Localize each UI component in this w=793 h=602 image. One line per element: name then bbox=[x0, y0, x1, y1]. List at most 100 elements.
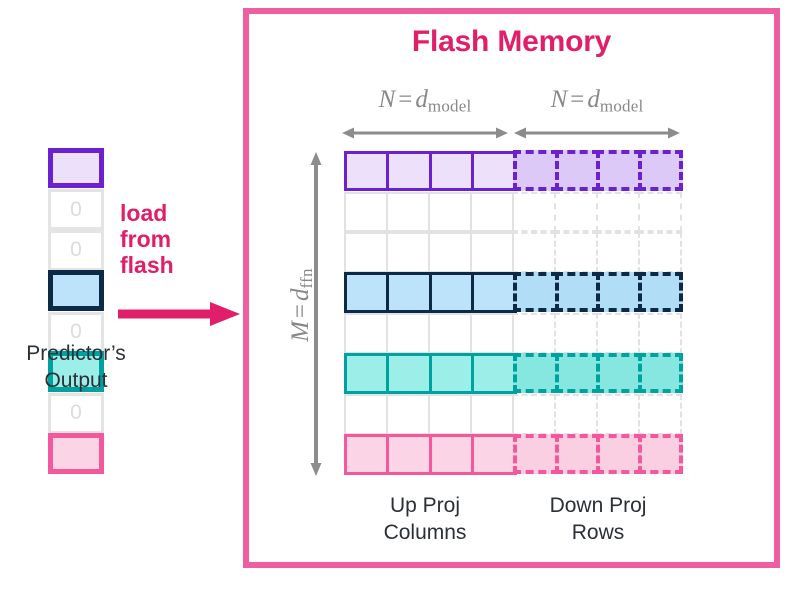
matrix-row-inactive bbox=[344, 191, 682, 234]
load-label-line3: flash bbox=[120, 252, 174, 278]
matrix-cell-up-proj bbox=[386, 394, 430, 435]
matrix-row-inactive bbox=[344, 232, 682, 274]
up-proj-caption-line1: Up Proj bbox=[389, 494, 461, 517]
matrix-cell-up-proj bbox=[386, 353, 432, 394]
n-subscript-left: model bbox=[427, 96, 472, 116]
predictor-caption-line1: Predictor’s bbox=[26, 342, 126, 365]
load-label-line1: load bbox=[120, 200, 168, 226]
matrix-cell-up-proj bbox=[386, 191, 430, 232]
predictor-caption-line2: Output bbox=[44, 369, 108, 392]
weight-matrix-grid bbox=[343, 150, 683, 477]
matrix-cell-down-proj bbox=[637, 433, 683, 474]
predictor-output-caption: Predictor’s Output bbox=[0, 340, 166, 394]
matrix-cell-up-proj bbox=[470, 313, 514, 354]
matrix-cell-up-proj bbox=[344, 313, 388, 354]
width-arrow-down-proj-icon bbox=[514, 127, 680, 139]
n-dmodel-label-left: N = dmodel bbox=[340, 86, 510, 116]
matrix-cell-down-proj bbox=[554, 191, 598, 232]
matrix-cell-down-proj bbox=[638, 394, 682, 435]
matrix-cell-up-proj bbox=[343, 272, 389, 313]
load-from-flash-label: load from flash bbox=[120, 200, 240, 278]
matrix-row-active bbox=[343, 352, 683, 396]
matrix-cell-down-proj bbox=[638, 232, 682, 273]
matrix-cell-up-proj bbox=[428, 232, 472, 273]
matrix-row-active bbox=[343, 433, 683, 477]
predictor-cell-inactive: 0 bbox=[48, 189, 104, 230]
up-proj-caption-line2: Columns bbox=[383, 521, 467, 544]
matrix-cell-down-proj bbox=[554, 313, 598, 354]
matrix-cell-up-proj bbox=[428, 394, 472, 435]
matrix-row-active bbox=[343, 150, 683, 193]
matrix-cell-up-proj bbox=[386, 150, 432, 191]
m-var: M bbox=[286, 321, 314, 342]
matrix-cell-up-proj bbox=[428, 434, 474, 475]
predictor-cell-active bbox=[48, 147, 104, 189]
matrix-row-active bbox=[343, 271, 683, 315]
matrix-cell-up-proj bbox=[428, 191, 472, 232]
m-dffn-label: M = dffn bbox=[287, 215, 317, 395]
matrix-cell-down-proj bbox=[596, 352, 642, 393]
down-proj-caption-line2: Rows bbox=[571, 521, 625, 544]
matrix-cell-up-proj bbox=[470, 394, 514, 435]
matrix-cell-down-proj bbox=[554, 433, 600, 474]
matrix-cell-down-proj bbox=[637, 271, 683, 312]
matrix-cell-down-proj bbox=[637, 352, 683, 393]
up-proj-columns-caption: Up Proj Columns bbox=[335, 492, 515, 546]
matrix-cell-down-proj bbox=[596, 232, 640, 273]
down-proj-caption-line1: Down Proj bbox=[549, 494, 647, 517]
matrix-cell-down-proj bbox=[596, 271, 642, 312]
n-equals-right: = bbox=[570, 86, 585, 113]
matrix-cell-down-proj bbox=[512, 191, 556, 232]
matrix-cell-up-proj bbox=[471, 150, 517, 191]
matrix-cell-up-proj bbox=[470, 191, 514, 232]
matrix-cell-up-proj bbox=[471, 434, 517, 475]
matrix-cell-down-proj bbox=[554, 271, 600, 312]
predictor-cell-inactive: 0 bbox=[48, 230, 104, 271]
matrix-row-inactive bbox=[344, 394, 682, 436]
matrix-cell-up-proj bbox=[344, 394, 388, 435]
width-arrow-up-proj-icon bbox=[342, 127, 508, 139]
matrix-cell-up-proj bbox=[386, 313, 430, 354]
n-var-right: N bbox=[550, 86, 568, 113]
down-proj-rows-caption: Down Proj Rows bbox=[508, 492, 688, 546]
n-subscript-right: model bbox=[599, 96, 644, 116]
d-var-m: d bbox=[286, 288, 314, 301]
matrix-cell-up-proj bbox=[471, 353, 517, 394]
matrix-cell-up-proj bbox=[470, 232, 514, 273]
m-equals: = bbox=[286, 303, 314, 319]
predictor-output-column: 0000 bbox=[48, 147, 104, 476]
matrix-cell-down-proj bbox=[638, 313, 682, 354]
matrix-cell-up-proj bbox=[428, 313, 472, 354]
load-arrow-icon bbox=[118, 302, 240, 326]
matrix-cell-up-proj bbox=[344, 232, 388, 273]
load-label-line2: from bbox=[120, 226, 172, 252]
matrix-cell-down-proj bbox=[596, 150, 642, 191]
n-equals-left: = bbox=[398, 86, 413, 113]
matrix-cell-down-proj bbox=[512, 394, 556, 435]
flash-memory-title: Flash Memory bbox=[411, 25, 612, 58]
d-var-left: d bbox=[415, 86, 428, 113]
matrix-cell-up-proj bbox=[343, 353, 389, 394]
matrix-cell-up-proj bbox=[428, 150, 474, 191]
d-var-right: d bbox=[587, 86, 600, 113]
n-var-left: N bbox=[378, 86, 396, 113]
matrix-cell-down-proj bbox=[596, 433, 642, 474]
matrix-cell-down-proj bbox=[554, 352, 600, 393]
matrix-cell-down-proj bbox=[554, 394, 598, 435]
matrix-cell-down-proj bbox=[513, 433, 559, 474]
matrix-cell-up-proj bbox=[386, 232, 430, 273]
n-dmodel-label-right: N = dmodel bbox=[512, 86, 682, 116]
matrix-cell-down-proj bbox=[637, 150, 683, 191]
matrix-cell-up-proj bbox=[343, 434, 389, 475]
matrix-cell-up-proj bbox=[344, 191, 388, 232]
matrix-cell-down-proj bbox=[513, 271, 559, 312]
predictor-cell-active bbox=[48, 269, 104, 311]
matrix-cell-down-proj bbox=[512, 313, 556, 354]
matrix-cell-up-proj bbox=[386, 434, 432, 475]
matrix-cell-down-proj bbox=[638, 191, 682, 232]
m-subscript: ffn bbox=[297, 268, 317, 289]
matrix-cell-up-proj bbox=[428, 272, 474, 313]
matrix-cell-down-proj bbox=[554, 150, 600, 191]
matrix-row-inactive bbox=[344, 313, 682, 355]
matrix-cell-down-proj bbox=[513, 150, 559, 191]
